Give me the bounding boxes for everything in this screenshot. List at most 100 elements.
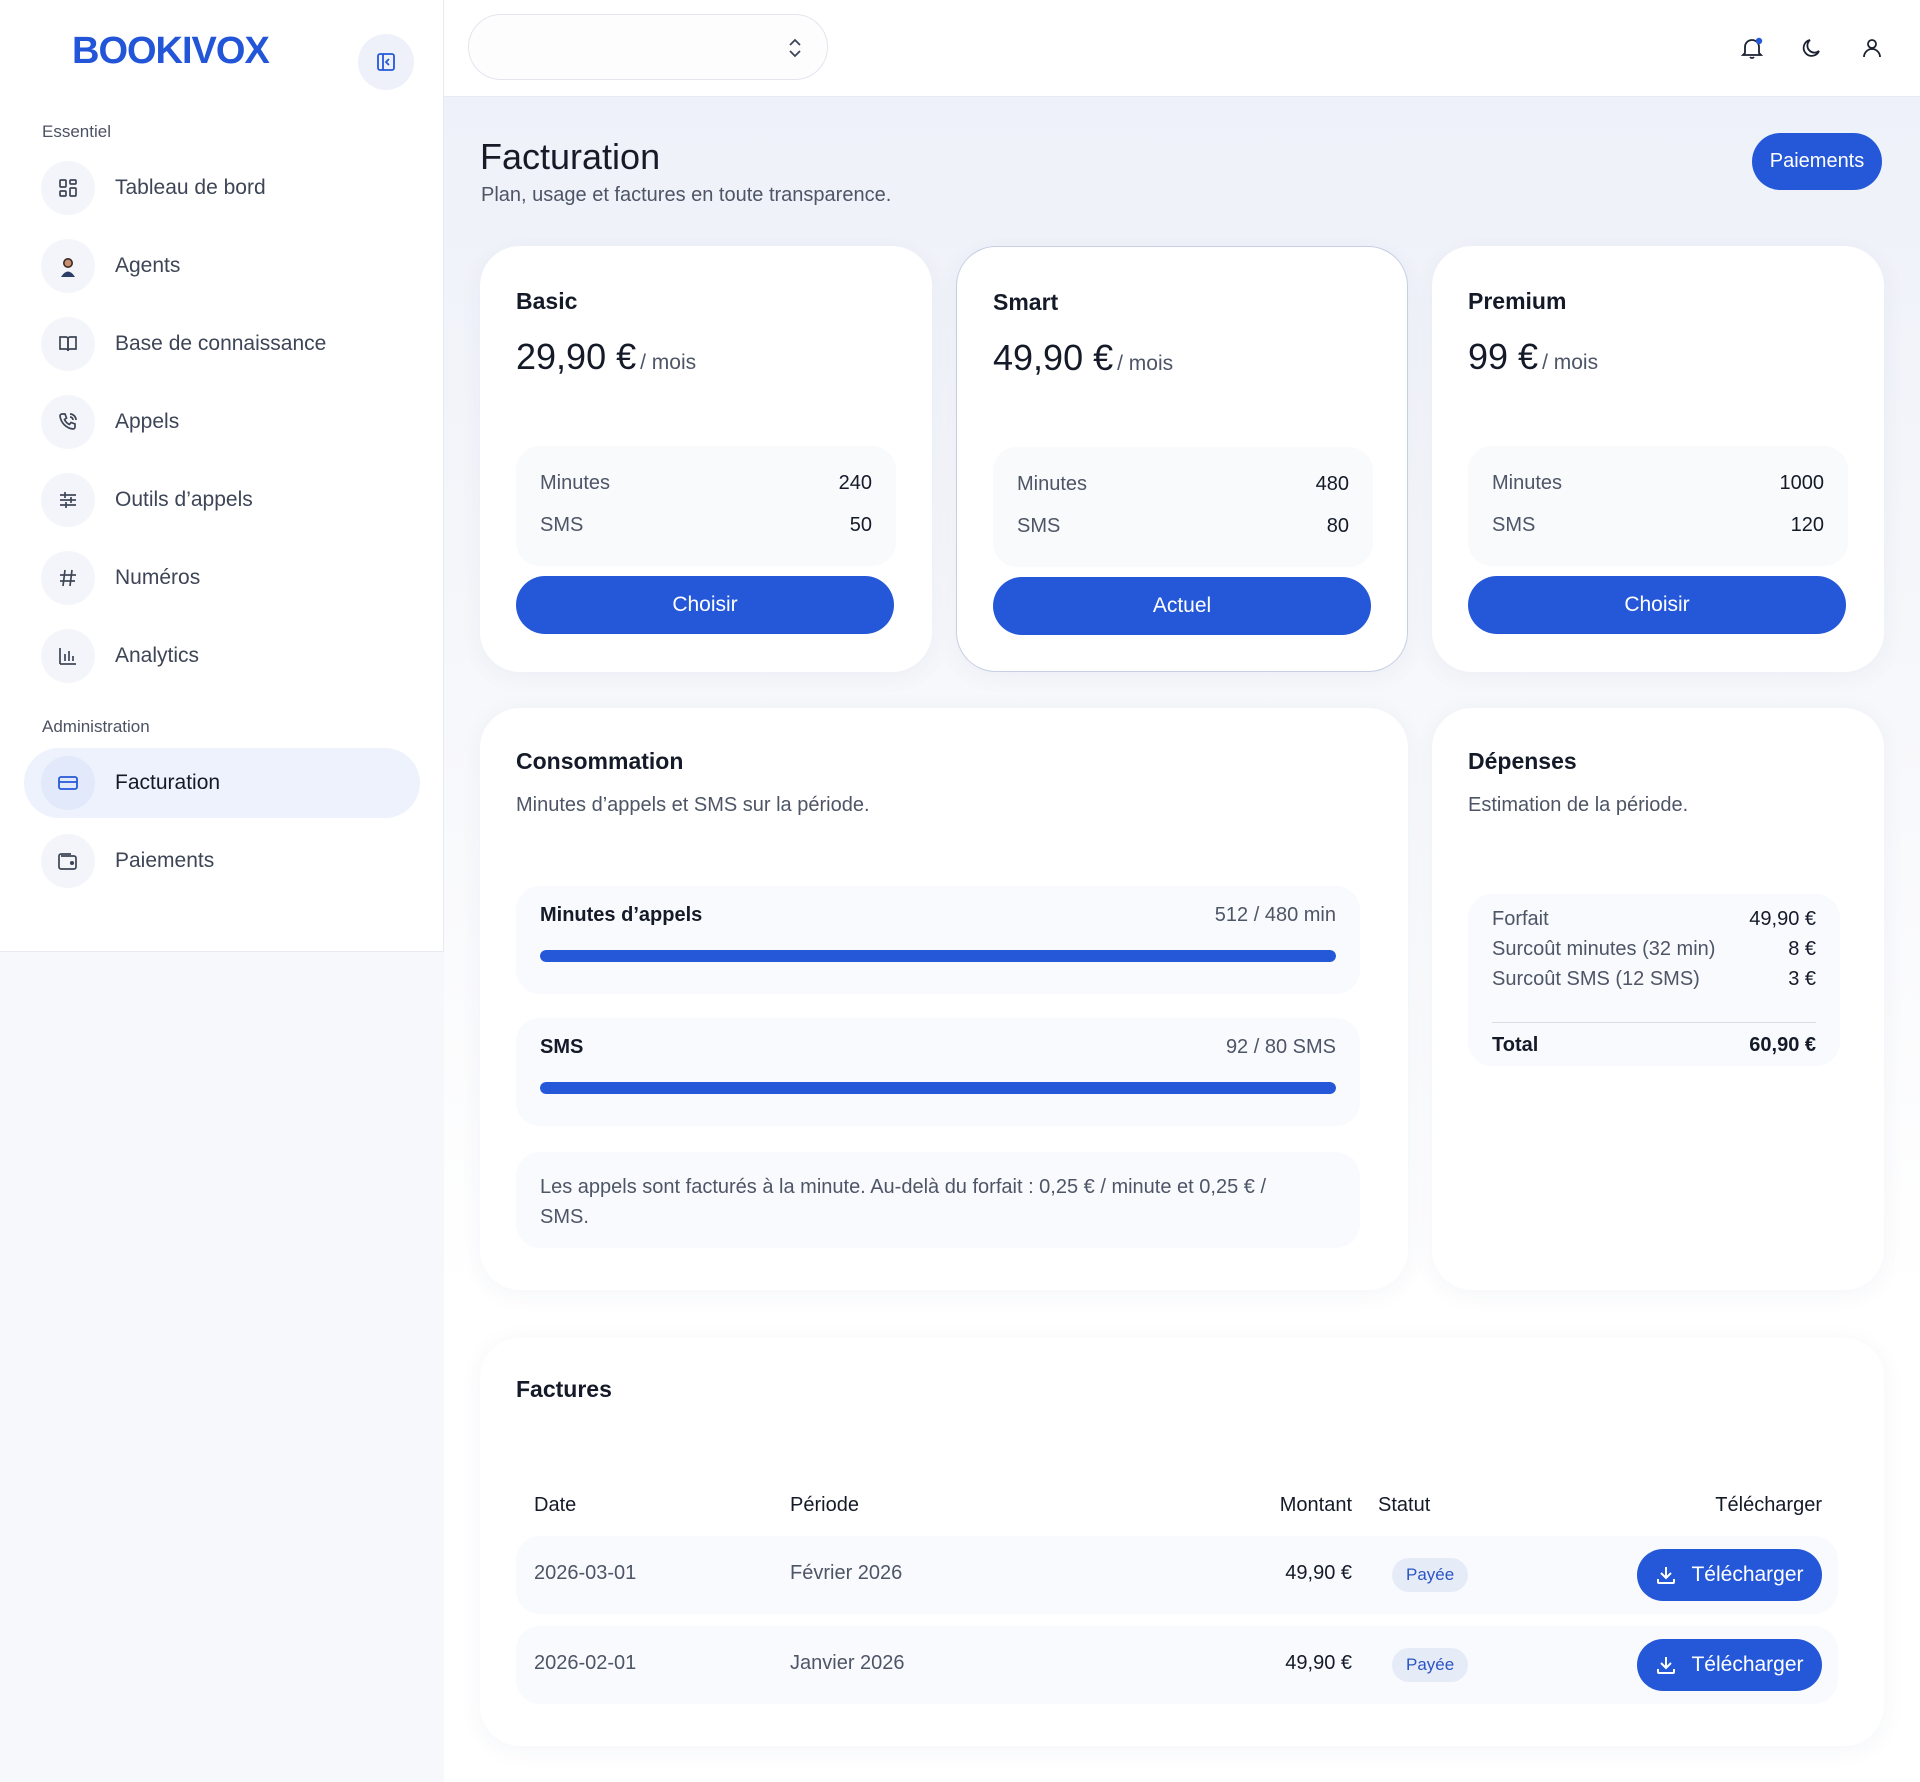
plan-quota: Minutes 1000 SMS 120	[1468, 446, 1848, 566]
plan-card-smart: Smart 49,90 € / mois Minutes 480 SMS 80 Act…	[956, 246, 1408, 672]
plan-name: Premium	[1468, 288, 1567, 314]
quota-sms-value: 80	[1326, 514, 1349, 537]
workspace-select[interactable]	[468, 14, 828, 80]
plan-price-value: 49,90 €	[993, 337, 1114, 378]
sidebar-item-label: Appels	[115, 410, 180, 433]
column-header-period: Période	[790, 1494, 859, 1516]
plan-price-period: / mois	[640, 351, 697, 374]
table-row: 2026-03-01 Février 2026 49,90 € Payée Té…	[516, 1536, 1838, 1614]
sidebar-item-numbers[interactable]: Numéros	[24, 543, 420, 613]
bell-icon	[1740, 37, 1764, 59]
download-icon	[1657, 1567, 1676, 1584]
plan-quota: Minutes 480 SMS 80	[993, 447, 1373, 567]
sidebar-item-payments[interactable]: Paiements	[24, 826, 420, 896]
credit-card-icon	[41, 756, 95, 810]
usage-sms-label: SMS	[540, 1036, 584, 1058]
current-plan-button[interactable]: Actuel	[993, 577, 1371, 635]
sidebar-item-label: Base de connaissance	[115, 332, 327, 355]
plan-price: 99 € / mois	[1468, 336, 1598, 378]
quota-sms-value: 50	[849, 513, 872, 536]
expense-label: Forfait	[1492, 908, 1549, 930]
agent-avatar	[41, 239, 95, 293]
top-bar	[444, 0, 1920, 97]
plan-price-value: 29,90 €	[516, 336, 637, 377]
expense-value: 49,90 €	[1749, 908, 1816, 930]
sliders-icon	[41, 473, 95, 527]
sidebar: BOOKIVOX Essentiel Tableau de bord Agent…	[0, 0, 444, 952]
status-badge: Payée	[1392, 1648, 1469, 1682]
quota-minutes-label: Minutes	[540, 471, 611, 494]
usage-minutes-label: Minutes d’appels	[540, 904, 703, 926]
expenses-card: Dépenses Estimation de la période. Forfa…	[1432, 708, 1884, 1290]
sidebar-item-label: Outils d’appels	[115, 488, 253, 511]
section-label-essentiel: Essentiel	[42, 122, 111, 141]
download-label: Télécharger	[1691, 1563, 1804, 1586]
sidebar-item-label: Agents	[115, 254, 181, 277]
invoice-date: 2026-02-01	[534, 1652, 637, 1674]
download-invoice-button[interactable]: Télécharger	[1637, 1549, 1822, 1601]
quota-minutes-value: 480	[1315, 472, 1349, 495]
notifications-button[interactable]	[1732, 28, 1772, 68]
sidebar-item-dashboard[interactable]: Tableau de bord	[24, 153, 420, 223]
quota-sms-label: SMS	[540, 513, 584, 536]
consumption-card: Consommation Minutes d’appels et SMS sur…	[480, 708, 1408, 1290]
choose-plan-button[interactable]: Choisir	[516, 576, 894, 634]
plan-price: 49,90 € / mois	[993, 337, 1173, 379]
sidebar-item-agents[interactable]: Agents	[24, 231, 420, 301]
usage-sms: SMS 92 / 80 SMS	[516, 1018, 1360, 1126]
billing-note: Les appels sont facturés à la minute. Au…	[516, 1152, 1360, 1248]
expense-value: 8 €	[1788, 938, 1816, 960]
sidebar-collapse-button[interactable]	[358, 34, 414, 90]
payments-button[interactable]: Paiements	[1752, 133, 1882, 190]
consumption-title: Consommation	[516, 748, 684, 774]
invoice-date: 2026-03-01	[534, 1562, 637, 1584]
book-icon	[41, 317, 95, 371]
sidebar-item-knowledge-base[interactable]: Base de connaissance	[24, 309, 420, 379]
sidebar-item-billing[interactable]: Facturation	[24, 748, 420, 818]
invoices-card: Factures Date Période Montant Statut Tél…	[480, 1338, 1884, 1746]
plan-quota: Minutes 240 SMS 50	[516, 446, 896, 566]
hash-icon	[41, 551, 95, 605]
plan-price-period: / mois	[1542, 351, 1599, 374]
usage-minutes: Minutes d’appels 512 / 480 min	[516, 886, 1360, 994]
plan-price: 29,90 € / mois	[516, 336, 696, 378]
plan-card-premium: Premium 99 € / mois Minutes 1000 SMS 120 Ch…	[1432, 246, 1884, 672]
sidebar-item-label: Numéros	[115, 566, 201, 589]
invoices-title: Factures	[516, 1376, 612, 1402]
sidebar-item-label: Facturation	[115, 771, 221, 794]
user-menu-button[interactable]	[1852, 28, 1892, 68]
quota-minutes-label: Minutes	[1492, 471, 1563, 494]
invoice-period: Février 2026	[790, 1562, 903, 1584]
plan-name: Basic	[516, 288, 578, 314]
sidebar-collapse-icon	[377, 53, 395, 71]
quota-sms-label: SMS	[1017, 514, 1061, 537]
consumption-subtitle: Minutes d’appels et SMS sur la période.	[516, 794, 870, 816]
user-icon	[1863, 39, 1881, 58]
usage-minutes-value: 512 / 480 min	[1214, 904, 1336, 926]
wallet-icon	[41, 834, 95, 888]
plan-price-value: 99 €	[1468, 336, 1539, 377]
download-icon	[1657, 1657, 1676, 1674]
plan-card-basic: Basic 29,90 € / mois Minutes 240 SMS 50 Cho…	[480, 246, 932, 672]
expense-total-label: Total	[1492, 1034, 1539, 1056]
theme-toggle-button[interactable]	[1792, 28, 1832, 68]
status-badge: Payée	[1392, 1558, 1469, 1592]
quota-minutes-label: Minutes	[1017, 472, 1088, 495]
usage-minutes-progress	[540, 950, 1336, 962]
sidebar-item-label: Tableau de bord	[115, 176, 266, 199]
column-header-download: Télécharger	[1715, 1494, 1822, 1516]
sidebar-item-analytics[interactable]: Analytics	[24, 621, 420, 691]
expense-row: Forfait 49,90 €	[1492, 908, 1816, 936]
choose-plan-button[interactable]: Choisir	[1468, 576, 1846, 634]
sidebar-item-label: Analytics	[115, 644, 200, 667]
sidebar-item-calls[interactable]: Appels	[24, 387, 420, 457]
expenses-subtitle: Estimation de la période.	[1468, 794, 1689, 816]
expense-value: 3 €	[1788, 968, 1816, 990]
quota-sms-label: SMS	[1492, 513, 1536, 536]
download-invoice-button[interactable]: Télécharger	[1637, 1639, 1822, 1691]
sidebar-item-call-tools[interactable]: Outils d’appels	[24, 465, 420, 535]
usage-sms-progress-fill	[540, 1082, 1336, 1094]
app-logo[interactable]: BOOKIVOX	[72, 30, 270, 73]
column-header-status: Statut	[1378, 1494, 1431, 1516]
expense-label: Surcoût SMS (12 SMS)	[1492, 968, 1700, 990]
